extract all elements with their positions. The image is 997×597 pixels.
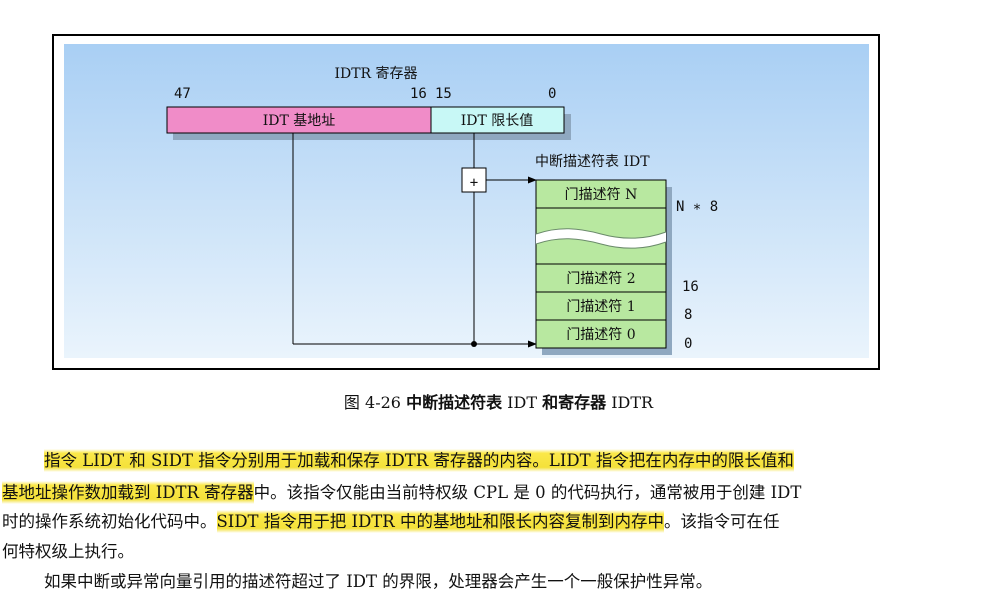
caption-bold-1: 中断描述符表 bbox=[406, 393, 503, 412]
offset-8: 8 bbox=[684, 307, 692, 323]
paragraph-line-5: 如果中断或异常向量引用的描述符超过了 IDT 的界限，处理器会产生一个一般保护性… bbox=[44, 571, 712, 593]
paragraph-line-3: 时的操作系统初始化代码中。SIDT 指令用于把 IDTR 中的基地址和限长内容复… bbox=[2, 510, 780, 533]
offset-n8: N ∗ 8 bbox=[676, 199, 718, 215]
offset-0: 0 bbox=[684, 336, 692, 352]
bit-label-0: 0 bbox=[548, 86, 556, 102]
figure-frame: IDTR 寄存器 47 16 15 0 IDT 基地址 IDT 限长值 + 中断… bbox=[52, 34, 880, 370]
idt-base-label: IDT 基地址 bbox=[263, 112, 336, 129]
paragraph-text: 中。该指令仅能由当前特权级 CPL 是 0 的代码执行，通常被用于创建 IDT bbox=[253, 483, 802, 502]
paragraph-text: 时的操作系统初始化代码中。 bbox=[2, 512, 217, 531]
bit-label-16: 16 bbox=[410, 86, 427, 102]
idt-diagram: IDTR 寄存器 47 16 15 0 IDT 基地址 IDT 限长值 + 中断… bbox=[64, 44, 869, 358]
caption-bold-2: 和寄存器 bbox=[542, 393, 607, 412]
highlight-1: 指令 LIDT 和 SIDT 指令分别用于加载和保存 IDTR 寄存器的内容。L… bbox=[44, 449, 794, 472]
table-title: 中断描述符表 IDT bbox=[535, 154, 650, 170]
paragraph-text: 如果中断或异常向量引用的描述符超过了 IDT 的界限，处理器会产生一个一般保护性… bbox=[44, 572, 713, 591]
highlight-2: 基地址操作数加载到 IDTR 寄存器 bbox=[2, 481, 254, 504]
junction-dot bbox=[471, 341, 477, 347]
paragraph-text: 。该指令可在任 bbox=[663, 512, 780, 531]
idt-limit-label: IDT 限长值 bbox=[461, 113, 534, 129]
gate-descriptor-2: 门描述符 2 bbox=[566, 271, 635, 287]
bit-label-15: 15 bbox=[435, 86, 452, 102]
adder-symbol: + bbox=[470, 175, 478, 191]
offset-16: 16 bbox=[682, 279, 699, 295]
highlight-3: SIDT 指令用于把 IDTR 中的基地址和限长内容复制到内存中 bbox=[216, 510, 664, 533]
caption-mid: IDT bbox=[507, 393, 537, 412]
bit-label-47: 47 bbox=[174, 86, 191, 102]
paragraph-text: 何特权级上执行。 bbox=[2, 542, 134, 561]
figure-caption: 图 4-26 中断描述符表 IDT 和寄存器 IDTR bbox=[0, 389, 997, 413]
paragraph-line-2: 基地址操作数加载到 IDTR 寄存器中。该指令仅能由当前特权级 CPL 是 0 … bbox=[2, 481, 802, 504]
gate-descriptor-1: 门描述符 1 bbox=[566, 299, 635, 315]
paragraph-line-1: 指令 LIDT 和 SIDT 指令分别用于加载和保存 IDTR 寄存器的内容。L… bbox=[44, 449, 794, 472]
caption-prefix: 图 4-26 bbox=[343, 393, 401, 412]
paragraph-line-4: 何特权级上执行。 bbox=[2, 541, 134, 563]
gate-descriptor-0: 门描述符 0 bbox=[566, 327, 635, 343]
caption-suffix: IDTR bbox=[611, 393, 654, 412]
register-title: IDTR 寄存器 bbox=[334, 65, 417, 82]
gate-descriptor-n: 门描述符 N bbox=[565, 187, 638, 203]
